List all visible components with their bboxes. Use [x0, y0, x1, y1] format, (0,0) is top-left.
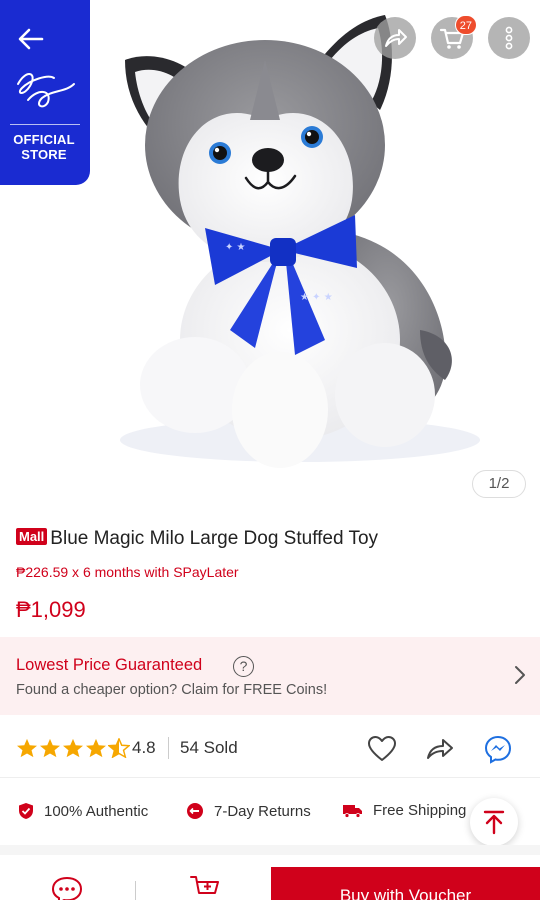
rating-divider — [168, 737, 169, 759]
back-arrow-icon[interactable] — [14, 22, 48, 56]
messenger-button[interactable] — [482, 733, 514, 765]
sold-count: 54 Sold — [180, 738, 238, 757]
star-icon — [63, 738, 83, 758]
product-image-gallery[interactable]: ★ ✦ ★ ✦ ★ OFFICIAL STORE 27 1/2 — [0, 0, 540, 510]
arrow-up-icon — [483, 810, 505, 835]
store-logo — [17, 73, 75, 108]
help-icon[interactable]: ? — [233, 656, 254, 677]
return-icon — [186, 802, 204, 820]
cart-button[interactable]: 27 — [431, 15, 477, 59]
image-pager: 1/2 — [472, 470, 526, 498]
product-page: ★ ✦ ★ ✦ ★ OFFICIAL STORE 27 1/2 Mall Blu… — [0, 0, 540, 900]
messenger-icon — [484, 735, 512, 764]
bottom-divider — [135, 881, 136, 900]
more-vertical-icon — [505, 26, 513, 50]
scroll-to-top-button[interactable] — [470, 798, 518, 846]
section-gap — [0, 845, 540, 855]
feature-authentic[interactable]: 100% Authentic — [18, 802, 148, 820]
share-arrow-icon — [385, 29, 407, 47]
star-icon — [40, 738, 60, 758]
share-icon — [427, 739, 453, 759]
star-icon — [17, 738, 37, 758]
feature-returns[interactable]: 7-Day Returns — [186, 802, 311, 820]
shield-check-icon — [18, 802, 34, 820]
svg-text:★ ✦ ★: ★ ✦ ★ — [300, 292, 333, 303]
feature-shipping[interactable]: Free Shipping — [343, 802, 466, 819]
rating-row: 4.8 54 Sold — [0, 718, 540, 778]
guarantee-subtitle: Found a cheaper option? Claim for FREE C… — [16, 682, 328, 698]
badge-divider — [10, 124, 80, 125]
chat-icon — [51, 876, 83, 900]
share-button[interactable] — [374, 17, 416, 59]
price-guarantee-banner[interactable]: Lowest Price Guaranteed ? Found a cheape… — [0, 637, 540, 715]
heart-icon — [368, 736, 396, 761]
official-store-label: OFFICIAL STORE — [13, 132, 75, 162]
mall-tag: Mall — [16, 528, 48, 545]
chat-button[interactable] — [50, 875, 84, 900]
official-store-badge[interactable]: OFFICIAL STORE — [0, 0, 90, 185]
installment-info[interactable]: ₱226.59 x 6 months with SPayLater — [16, 564, 239, 580]
service-features[interactable]: 100% Authentic 7-Day Returns Free Shippi… — [0, 779, 540, 843]
svg-text:✦ ★: ✦ ★ — [225, 242, 246, 253]
rating-stars[interactable] — [16, 738, 130, 758]
half-star-icon — [108, 738, 130, 758]
more-options-button[interactable] — [488, 17, 530, 59]
product-title-text: Blue Magic Milo Large Dog Stuffed Toy — [50, 528, 379, 549]
share-product-button[interactable] — [424, 733, 456, 765]
star-icon — [86, 738, 106, 758]
favorite-button[interactable] — [366, 733, 398, 765]
bottom-action-bar: Buy with Voucher — [0, 855, 540, 900]
truck-icon — [343, 804, 363, 818]
buy-with-voucher-button[interactable]: Buy with Voucher — [271, 867, 540, 900]
add-to-cart-button[interactable] — [188, 873, 222, 900]
rating-value: 4.8 — [132, 738, 156, 757]
chevron-right-icon — [515, 666, 525, 684]
product-price: ₱1,099 — [16, 597, 86, 622]
cart-count-badge: 27 — [454, 15, 477, 35]
product-title: Mall Blue Magic Milo Large Dog Stuffed To… — [16, 526, 526, 552]
add-to-cart-icon — [190, 876, 219, 894]
guarantee-title: Lowest Price Guaranteed — [16, 656, 203, 674]
